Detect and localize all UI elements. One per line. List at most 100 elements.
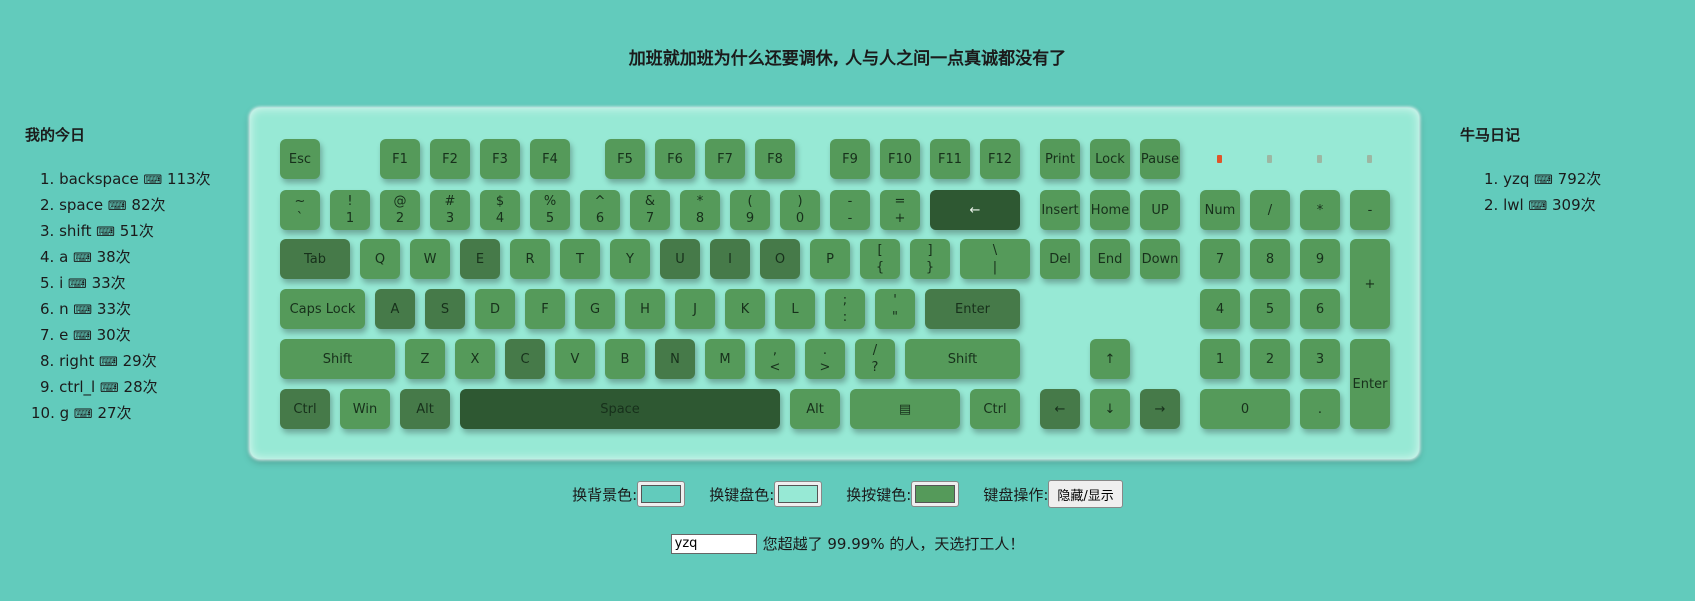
key-digit-12[interactable]: = + xyxy=(880,190,920,230)
key-backspace[interactable]: ← xyxy=(930,190,1020,230)
key-pause[interactable]: Pause xyxy=(1140,139,1180,179)
key-end[interactable]: End xyxy=(1090,239,1130,279)
key-o[interactable]: O xyxy=(760,239,800,279)
key-page-down[interactable]: Down xyxy=(1140,239,1180,279)
key-num-7[interactable]: 7 xyxy=(1200,239,1240,279)
key-arrow-up[interactable]: ↑ xyxy=(1090,339,1130,379)
key-digit-7[interactable]: & 7 xyxy=(630,190,670,230)
key-semicolon[interactable]: ;: xyxy=(825,289,865,329)
key-backslash[interactable]: \ | xyxy=(960,239,1030,279)
key-bracket-right[interactable]: ]} xyxy=(910,239,950,279)
key-page-up[interactable]: UP xyxy=(1140,190,1180,230)
key-num-dot[interactable]: . xyxy=(1300,389,1340,429)
key-arrow-right[interactable]: → xyxy=(1140,389,1180,429)
key-digit-0[interactable]: ~ ` xyxy=(280,190,320,230)
key-scroll-lock[interactable]: Lock xyxy=(1090,139,1130,179)
key-shift-left[interactable]: Shift xyxy=(280,339,395,379)
key-bracket-left[interactable]: [{ xyxy=(860,239,900,279)
key-f11[interactable]: F11 xyxy=(930,139,970,179)
key-alt-right[interactable]: Alt xyxy=(790,389,840,429)
key-w[interactable]: W xyxy=(410,239,450,279)
key-num-3[interactable]: 3 xyxy=(1300,339,1340,379)
key-r[interactable]: R xyxy=(510,239,550,279)
key-shift-right[interactable]: Shift xyxy=(905,339,1020,379)
bg-color-picker[interactable] xyxy=(637,481,686,507)
key-num-2[interactable]: 2 xyxy=(1250,339,1290,379)
key-num-plus[interactable]: + xyxy=(1350,239,1390,329)
key-digit-11[interactable]: -- xyxy=(830,190,870,230)
key-u[interactable]: U xyxy=(660,239,700,279)
key-s[interactable]: S xyxy=(425,289,465,329)
username-input[interactable] xyxy=(670,533,757,554)
key-digit-6[interactable]: ^ 6 xyxy=(580,190,620,230)
toggle-keyboard-button[interactable]: 隐藏/显示 xyxy=(1048,480,1123,508)
key-digit-3[interactable]: #3 xyxy=(430,190,470,230)
key-digit-2[interactable]: @2 xyxy=(380,190,420,230)
key-tab[interactable]: Tab xyxy=(280,239,350,279)
key-home[interactable]: Home xyxy=(1090,190,1130,230)
key-print[interactable]: Print xyxy=(1040,139,1080,179)
key-f4[interactable]: F4 xyxy=(530,139,570,179)
key-n[interactable]: N xyxy=(655,339,695,379)
key-num-5[interactable]: 5 xyxy=(1250,289,1290,329)
key-num-minus[interactable]: - xyxy=(1350,190,1390,230)
board-color-picker[interactable] xyxy=(774,481,823,507)
key-j[interactable]: J xyxy=(675,289,715,329)
key-alt-left[interactable]: Alt xyxy=(400,389,450,429)
key-num-8[interactable]: 8 xyxy=(1250,239,1290,279)
key-ctrl-left[interactable]: Ctrl xyxy=(280,389,330,429)
key-delete[interactable]: Del xyxy=(1040,239,1080,279)
key-f12[interactable]: F12 xyxy=(980,139,1020,179)
key-quote[interactable]: ' " xyxy=(875,289,915,329)
key-t[interactable]: T xyxy=(560,239,600,279)
key-f9[interactable]: F9 xyxy=(830,139,870,179)
key-esc[interactable]: Esc xyxy=(280,139,320,179)
key-f6[interactable]: F6 xyxy=(655,139,695,179)
key-num-0[interactable]: 0 xyxy=(1200,389,1290,429)
key-insert[interactable]: Insert xyxy=(1040,190,1080,230)
key-f10[interactable]: F10 xyxy=(880,139,920,179)
key-v[interactable]: V xyxy=(555,339,595,379)
key-a[interactable]: A xyxy=(375,289,415,329)
key-num-enter[interactable]: Enter xyxy=(1350,339,1390,429)
key-f[interactable]: F xyxy=(525,289,565,329)
key-h[interactable]: H xyxy=(625,289,665,329)
key-num-4[interactable]: 4 xyxy=(1200,289,1240,329)
key-arrow-down[interactable]: ↓ xyxy=(1090,389,1130,429)
key-num-6[interactable]: 6 xyxy=(1300,289,1340,329)
key-i[interactable]: I xyxy=(710,239,750,279)
key-digit-5[interactable]: % 5 xyxy=(530,190,570,230)
key-d[interactable]: D xyxy=(475,289,515,329)
key-digit-9[interactable]: (9 xyxy=(730,190,770,230)
key-p[interactable]: P xyxy=(810,239,850,279)
key-f1[interactable]: F1 xyxy=(380,139,420,179)
key-caps-lock[interactable]: Caps Lock xyxy=(280,289,365,329)
key-digit-4[interactable]: $4 xyxy=(480,190,520,230)
key-slash[interactable]: /? xyxy=(855,339,895,379)
key-num-multiply[interactable]: * xyxy=(1300,190,1340,230)
key-win[interactable]: Win xyxy=(340,389,390,429)
key-color-picker[interactable] xyxy=(911,481,960,507)
key-c[interactable]: C xyxy=(505,339,545,379)
key-f8[interactable]: F8 xyxy=(755,139,795,179)
key-menu[interactable]: ▤ xyxy=(850,389,960,429)
key-digit-10[interactable]: ) 0 xyxy=(780,190,820,230)
key-digit-1[interactable]: ! 1 xyxy=(330,190,370,230)
key-arrow-left[interactable]: ← xyxy=(1040,389,1080,429)
key-f2[interactable]: F2 xyxy=(430,139,470,179)
key-num-divide[interactable]: / xyxy=(1250,190,1290,230)
key-comma[interactable]: , < xyxy=(755,339,795,379)
key-g[interactable]: G xyxy=(575,289,615,329)
key-num-1[interactable]: 1 xyxy=(1200,339,1240,379)
key-ctrl-right[interactable]: Ctrl xyxy=(970,389,1020,429)
key-q[interactable]: Q xyxy=(360,239,400,279)
key-num-9[interactable]: 9 xyxy=(1300,239,1340,279)
key-period[interactable]: . > xyxy=(805,339,845,379)
key-b[interactable]: B xyxy=(605,339,645,379)
key-digit-8[interactable]: * 8 xyxy=(680,190,720,230)
key-x[interactable]: X xyxy=(455,339,495,379)
key-y[interactable]: Y xyxy=(610,239,650,279)
key-l[interactable]: L xyxy=(775,289,815,329)
key-z[interactable]: Z xyxy=(405,339,445,379)
key-k[interactable]: K xyxy=(725,289,765,329)
